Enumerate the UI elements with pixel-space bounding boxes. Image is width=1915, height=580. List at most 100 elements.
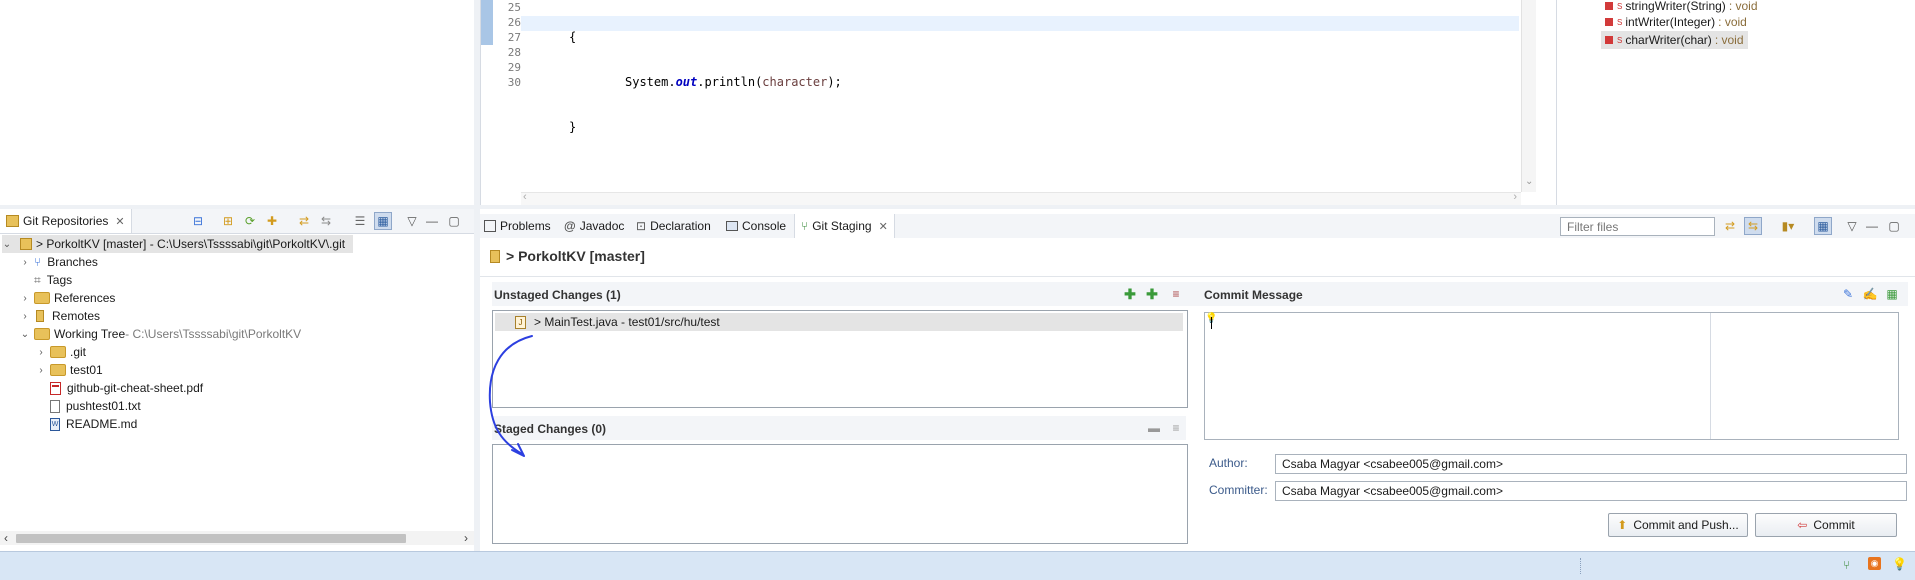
tab-git-staging[interactable]: ⑂ Git Staging ✕	[794, 214, 895, 238]
tree-item-pdf[interactable]: github-git-cheat-sheet.pdf	[50, 379, 203, 397]
private-method-icon	[1605, 36, 1613, 44]
filter-files-input[interactable]: Filter files	[1560, 217, 1715, 236]
scroll-right-icon[interactable]: ›	[1513, 191, 1517, 203]
sync-icon[interactable]: ⇄	[1722, 218, 1738, 234]
editor-vertical-scrollbar[interactable]	[1521, 0, 1536, 192]
repository-dropdown-icon[interactable]: ▮▾	[1780, 218, 1796, 234]
amend-icon[interactable]: ✍	[1862, 286, 1878, 302]
chevron-down-icon[interactable]: ⌄	[1525, 176, 1533, 187]
view-menu-icon[interactable]: ▽	[404, 213, 420, 229]
compare-mode-icon[interactable]: ⇆	[1744, 217, 1762, 235]
scroll-left-icon[interactable]: ‹	[4, 531, 8, 545]
scroll-left-icon[interactable]: ‹	[523, 191, 527, 203]
add-repository-icon[interactable]: ⊞	[220, 213, 236, 229]
flat-view-icon[interactable]: ▦	[374, 212, 392, 230]
code-line: {	[569, 30, 577, 44]
unstage-all-icon[interactable]: ≡	[1168, 420, 1184, 436]
stage-selected-icon[interactable]: ✚	[1122, 286, 1138, 302]
git-repositories-tabbar: Git Repositories ✕ ⊟ ⊞ ⟳ ✚ ⇄ ⇆ ☰ ▦ ▽ — ▢	[0, 209, 474, 234]
collapse-all-icon[interactable]: ⊟	[190, 213, 206, 229]
chevron-right-icon[interactable]: ›	[20, 293, 30, 304]
tab-declaration[interactable]: ⊡ Declaration	[636, 214, 711, 238]
chevron-down-icon[interactable]: ⌄	[2, 239, 12, 250]
chevron-right-icon[interactable]: ›	[36, 347, 46, 358]
chevron-down-icon[interactable]: ⌄	[20, 329, 30, 340]
lightbulb-icon[interactable]: 💡	[1892, 557, 1907, 571]
author-field[interactable]: Csaba Magyar <csabee005@gmail.com>	[1275, 454, 1907, 474]
sort-icon[interactable]: ≡	[1168, 286, 1184, 302]
chevron-right-icon[interactable]: ›	[20, 257, 30, 268]
staged-list[interactable]	[492, 444, 1188, 544]
layout-icon[interactable]: ▦	[1814, 217, 1832, 235]
maximize-icon[interactable]: ▢	[1886, 218, 1902, 234]
add-change-id-icon[interactable]: ▦	[1884, 286, 1900, 302]
tree-item-branches[interactable]: › ⑂ Branches	[20, 253, 98, 271]
rss-icon[interactable]: ◉	[1868, 557, 1881, 570]
tree-item-remotes[interactable]: › Remotes	[20, 307, 100, 325]
stage-all-icon[interactable]: ✚	[1144, 286, 1160, 302]
chevron-right-icon[interactable]: ›	[20, 311, 30, 322]
author-label: Author:	[1209, 456, 1248, 470]
code-editor[interactable]: 25 26 27 28 29 30 { System.out.println(c…	[480, 0, 1536, 209]
git-repository-icon	[6, 215, 19, 227]
minimize-icon[interactable]: —	[1864, 218, 1880, 234]
declaration-icon: ⊡	[636, 219, 647, 233]
minimize-icon[interactable]: —	[424, 213, 440, 229]
editor-horizontal-scrollbar[interactable]: ‹ ›	[521, 191, 1521, 205]
close-icon[interactable]: ✕	[115, 215, 124, 228]
tree-item-git-folder[interactable]: › .git	[36, 343, 86, 361]
committer-field[interactable]: Csaba Magyar <csabee005@gmail.com>	[1275, 481, 1907, 501]
tree-item-references[interactable]: › References	[20, 289, 115, 307]
outline-view: S stringWriter(String): void S intWriter…	[1556, 0, 1915, 205]
git-status-icon[interactable]: ⑂	[1843, 558, 1850, 572]
line-number: 27	[507, 31, 521, 44]
remote-icon	[36, 310, 44, 322]
repository-icon	[20, 238, 32, 250]
unstage-selected-icon[interactable]: ▬	[1146, 420, 1162, 436]
left-top-blank	[0, 0, 474, 205]
text-file-icon	[50, 399, 60, 413]
tree-item-tags[interactable]: ⌗ Tags	[34, 271, 72, 289]
unstaged-file-item[interactable]: J > MainTest.java - test01/src/hu/test	[495, 313, 1183, 331]
tab-git-repositories[interactable]: Git Repositories ✕	[0, 209, 132, 233]
code-line: System.out.println(character);	[625, 75, 842, 89]
tab-console[interactable]: Console	[726, 214, 786, 238]
git-staging-view: > PorkoltKV [master] Unstaged Changes (1…	[480, 238, 1915, 549]
javadoc-icon: @	[564, 219, 576, 233]
outline-item[interactable]: S intWriter(Integer): void	[1605, 13, 1747, 31]
outline-item-selected[interactable]: S charWriter(char): void	[1601, 31, 1748, 49]
private-method-icon	[1605, 18, 1613, 26]
tree-item-working-tree[interactable]: ⌄ Working Tree - C:\Users\Tssssabi\git\P…	[20, 325, 301, 343]
line-number: 25	[507, 1, 521, 14]
create-repository-icon[interactable]: ✚	[264, 213, 280, 229]
clone-repository-icon[interactable]: ⟳	[242, 213, 258, 229]
commit-and-push-button[interactable]: ⬆ Commit and Push...	[1608, 513, 1748, 537]
maximize-icon[interactable]: ▢	[446, 213, 462, 229]
view-menu-icon[interactable]: ▽	[1844, 218, 1860, 234]
add-signed-off-icon[interactable]: ✎	[1840, 286, 1856, 302]
close-icon[interactable]: ✕	[879, 220, 888, 233]
horizontal-scrollbar[interactable]: ‹ ›	[0, 531, 474, 545]
commit-button[interactable]: ⇦ Commit	[1755, 513, 1897, 537]
tree-item-readme[interactable]: W README.md	[50, 415, 137, 433]
git-staging-icon: ⑂	[801, 219, 809, 233]
commit-message-input[interactable]: 💡	[1204, 312, 1899, 440]
tab-javadoc[interactable]: @ Javadoc	[564, 214, 624, 238]
chevron-right-icon[interactable]: ›	[36, 365, 46, 376]
refresh-icon[interactable]: ⇆	[318, 213, 334, 229]
link-with-selection-icon[interactable]: ⇄	[296, 213, 312, 229]
tree-item-repository[interactable]: ⌄ > PorkoltKV [master] - C:\Users\Tssssa…	[2, 235, 354, 253]
line-number: 30	[507, 76, 521, 89]
scrollbar-thumb[interactable]	[16, 534, 406, 543]
unstaged-list[interactable]: J > MainTest.java - test01/src/hu/test	[492, 310, 1188, 408]
line-number: 26	[507, 16, 521, 29]
hierarchical-view-icon[interactable]: ☰	[352, 213, 368, 229]
tab-problems[interactable]: Problems	[484, 214, 551, 238]
tree-item-test01[interactable]: › test01	[36, 361, 102, 379]
folder-icon	[34, 292, 50, 304]
committer-label: Committer:	[1209, 483, 1268, 497]
text-cursor	[1211, 317, 1212, 329]
tree-item-txt[interactable]: pushtest01.txt	[50, 397, 141, 415]
scroll-right-icon[interactable]: ›	[464, 531, 468, 545]
folder-icon	[50, 364, 66, 376]
